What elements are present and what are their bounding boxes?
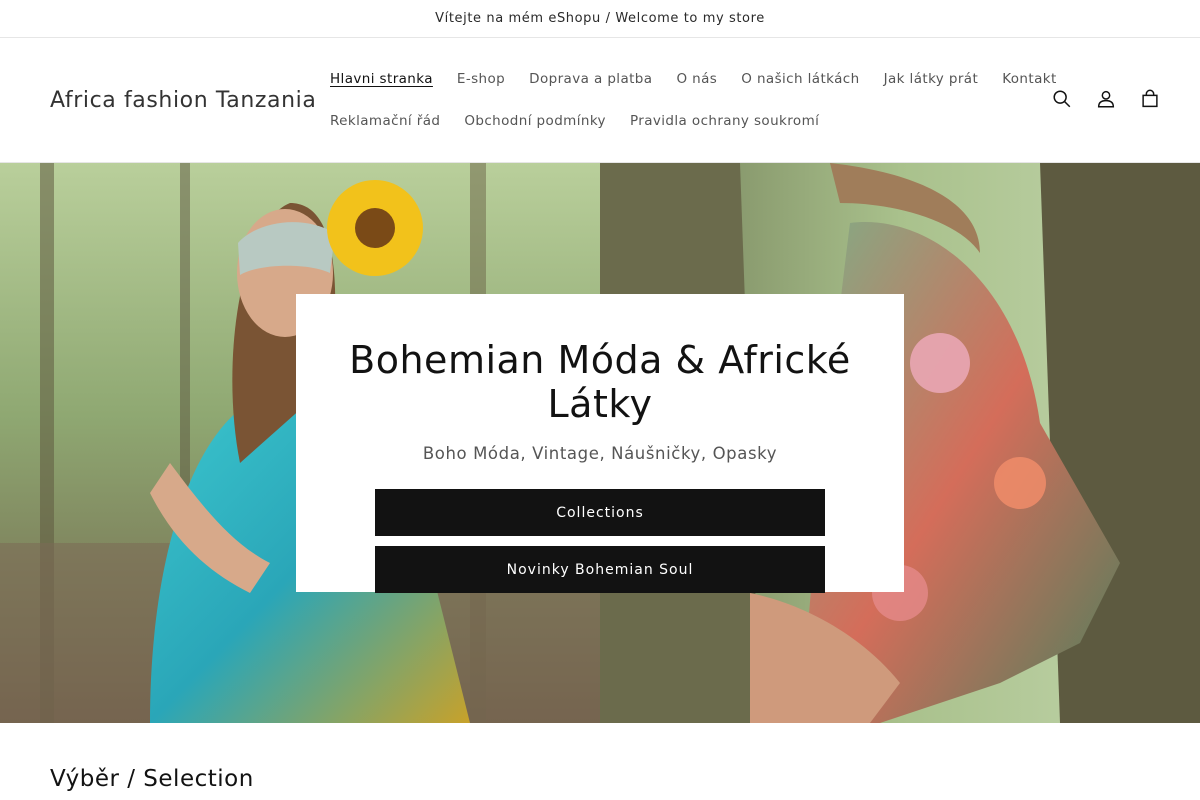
nav-row-2: Reklamační řád Obchodní podmínky Pravidl… (330, 110, 1020, 132)
main-navigation: Hlavni stranka E-shop Doprava a platba O… (330, 68, 1056, 132)
nav-link-e-shop[interactable]: E-shop (457, 68, 505, 90)
hero-title: Bohemian Móda & Africké Látky (349, 338, 851, 426)
cart-button[interactable] (1138, 87, 1162, 111)
nav-link-o-nasich-latkach[interactable]: O našich látkách (741, 68, 859, 90)
account-icon (1097, 90, 1115, 108)
selection-section-title: Výběr / Selection (50, 766, 254, 792)
header-icons (1050, 87, 1162, 111)
cart-icon (1142, 89, 1158, 108)
nav-link-o-nas[interactable]: O nás (676, 68, 717, 90)
site-header: Africa fashion Tanzania Hlavni stranka E… (0, 38, 1200, 163)
search-icon (1053, 90, 1071, 108)
announcement-text: Vítejte na mém eShopu / Welcome to my st… (435, 11, 765, 26)
announcement-bar: Vítejte na mém eShopu / Welcome to my st… (0, 0, 1200, 38)
nav-link-kontakt[interactable]: Kontakt (1002, 68, 1056, 90)
hero-subtitle: Boho Móda, Vintage, Náušničky, Opasky (422, 444, 778, 463)
nav-link-doprava-a-platba[interactable]: Doprava a platba (529, 68, 652, 90)
account-button[interactable] (1094, 87, 1118, 111)
nav-link-hlavni-stranka[interactable]: Hlavni stranka (330, 68, 433, 90)
search-button[interactable] (1050, 87, 1074, 111)
hero-content-box: Bohemian Móda & Africké Látky Boho Móda,… (296, 294, 904, 593)
novinky-button[interactable]: Novinky Bohemian Soul (375, 546, 825, 593)
nav-link-pravidla-ochrany-soukromi[interactable]: Pravidla ochrany soukromí (630, 110, 819, 132)
nav-link-reklamacni-rad[interactable]: Reklamační řád (330, 110, 440, 132)
nav-link-obchodni-podminky[interactable]: Obchodní podmínky (464, 110, 606, 132)
nav-row-1: Hlavni stranka E-shop Doprava a platba O… (330, 68, 1056, 90)
collections-button[interactable]: Collections (375, 489, 825, 536)
store-logo-link[interactable]: Africa fashion Tanzania (50, 88, 316, 113)
nav-link-jak-latky-prat[interactable]: Jak látky prát (884, 68, 979, 90)
hero-banner: Bohemian Móda & Africké Látky Boho Móda,… (0, 163, 1200, 723)
